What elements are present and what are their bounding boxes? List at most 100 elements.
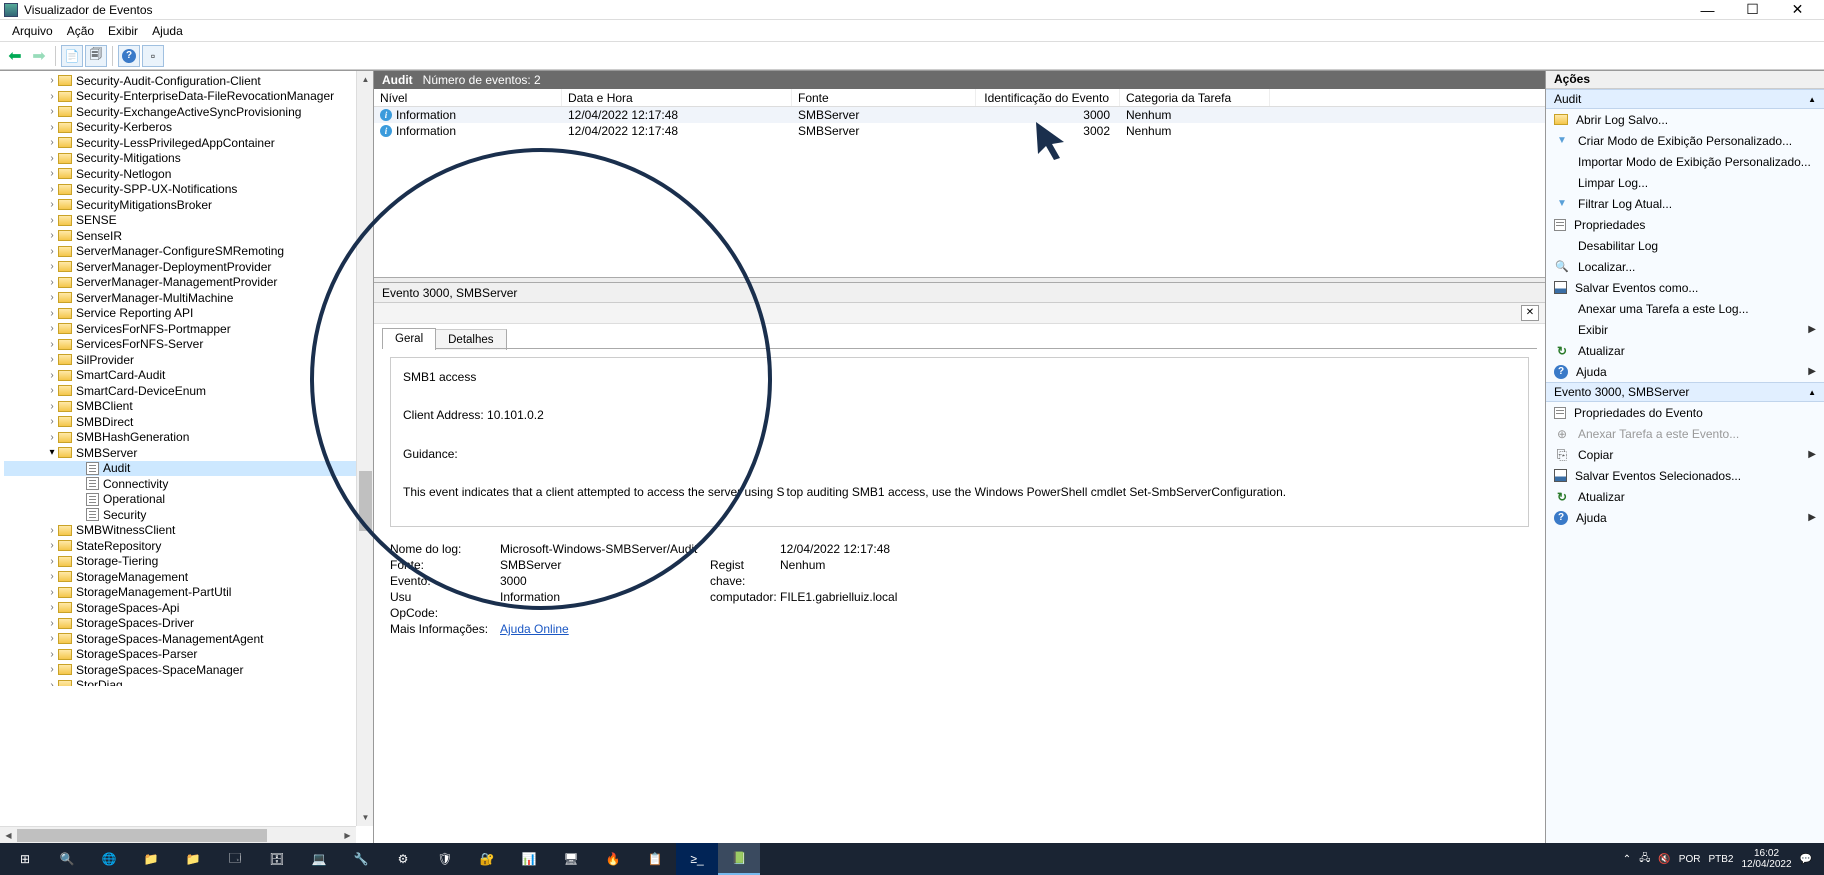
tree-item[interactable]: ›StorageManagement [4, 569, 373, 585]
taskbar-app-explorer[interactable]: 📁 [130, 843, 172, 875]
event-list[interactable]: iInformation12/04/2022 12:17:48SMBServer… [374, 107, 1545, 277]
tree-item[interactable]: ›Security-Kerberos [4, 120, 373, 136]
tree-item[interactable]: ›StorageSpaces-Api [4, 600, 373, 616]
tree-item[interactable]: ›ServerManager-ManagementProvider [4, 275, 373, 291]
action-event-properties[interactable]: Propriedades do Evento [1546, 402, 1824, 423]
action-save-events-as[interactable]: Salvar Eventos como... [1546, 277, 1824, 298]
tree-item[interactable]: ›Security-SPP-UX-Notifications [4, 182, 373, 198]
tray-clock[interactable]: 16:02 12/04/2022 [1741, 848, 1791, 870]
taskbar-app-11[interactable]: 🖥 [550, 843, 592, 875]
taskbar-app-7[interactable]: ⚙ [382, 843, 424, 875]
taskbar-app-10[interactable]: 📊 [508, 843, 550, 875]
tree-item[interactable]: ›Security-Mitigations [4, 151, 373, 167]
collapse-icon[interactable]: ▲ [1808, 388, 1816, 397]
taskbar-app-9[interactable]: 🔐 [466, 843, 508, 875]
tree-item[interactable]: ›SmartCard-Audit [4, 368, 373, 384]
taskbar-app-eventviewer[interactable]: 📗 [718, 843, 760, 875]
action-help-2[interactable]: ?Ajuda▶ [1546, 507, 1824, 528]
action-attach-task-log[interactable]: Anexar uma Tarefa a este Log... [1546, 298, 1824, 319]
taskbar-app-13[interactable]: 📋 [634, 843, 676, 875]
tree-item[interactable]: ›SMBDirect [4, 414, 373, 430]
taskbar-app-12[interactable]: 🔥 [592, 843, 634, 875]
tray-notifications-icon[interactable]: 💬 [1800, 854, 1812, 865]
tree-item[interactable]: ›SecurityMitigationsBroker [4, 197, 373, 213]
tree-item[interactable]: ›ServicesForNFS-Server [4, 337, 373, 353]
tree-item[interactable]: ›SmartCard-DeviceEnum [4, 383, 373, 399]
col-date[interactable]: Data e Hora [562, 89, 792, 106]
tree-item[interactable]: Operational [4, 492, 373, 508]
action-help[interactable]: ?Ajuda▶ [1546, 361, 1824, 382]
collapse-icon[interactable]: ▲ [1808, 95, 1816, 104]
help-online-link[interactable]: Ajuda Online [500, 622, 569, 636]
taskbar-app-powershell[interactable]: ≥_ [676, 843, 718, 875]
taskbar-app-6[interactable]: 🔧 [340, 843, 382, 875]
tree-item[interactable]: ›SENSE [4, 213, 373, 229]
detail-close-button[interactable]: ✕ [1521, 305, 1539, 321]
action-view-menu[interactable]: Exibir▶ [1546, 319, 1824, 340]
tray-chevron-icon[interactable]: ⌃ [1623, 854, 1631, 865]
tree-item[interactable]: ›Security-LessPrivilegedAppContainer [4, 135, 373, 151]
col-id[interactable]: Identificação do Evento [976, 89, 1120, 106]
action-refresh[interactable]: Atualizar [1546, 340, 1824, 361]
maximize-button[interactable]: ☐ [1730, 0, 1775, 20]
col-category[interactable]: Categoria da Tarefa [1120, 89, 1270, 106]
system-tray[interactable]: ⌃ 🖧 🔇 POR PTB2 16:02 12/04/2022 💬 [1623, 848, 1820, 870]
event-row[interactable]: iInformation12/04/2022 12:17:48SMBServer… [374, 123, 1545, 139]
toolbar-help[interactable]: ? [118, 45, 140, 67]
tree-item[interactable]: Audit [4, 461, 373, 477]
tree-item[interactable]: ›StorageManagement-PartUtil [4, 585, 373, 601]
tab-details[interactable]: Detalhes [435, 329, 506, 350]
action-refresh-2[interactable]: Atualizar [1546, 486, 1824, 507]
taskbar-app-3[interactable]: 🗔 [214, 843, 256, 875]
action-filter-log[interactable]: Filtrar Log Atual... [1546, 193, 1824, 214]
menu-file[interactable]: Arquivo [6, 22, 59, 40]
tree-item[interactable]: ›SilProvider [4, 352, 373, 368]
close-button[interactable]: ✕ [1775, 0, 1820, 20]
action-open-saved-log[interactable]: Abrir Log Salvo... [1546, 109, 1824, 130]
col-source[interactable]: Fonte [792, 89, 976, 106]
tray-lang[interactable]: POR [1679, 854, 1701, 865]
tree-item[interactable]: Connectivity [4, 476, 373, 492]
tree-item[interactable]: ▾SMBServer [4, 445, 373, 461]
tree-item[interactable]: ›SenseIR [4, 228, 373, 244]
tree-item[interactable]: ›Security-Netlogon [4, 166, 373, 182]
action-copy[interactable]: Copiar▶ [1546, 444, 1824, 465]
tree-item[interactable]: ›ServicesForNFS-Portmapper [4, 321, 373, 337]
taskbar-app-edge[interactable]: 🌐 [88, 843, 130, 875]
event-row[interactable]: iInformation12/04/2022 12:17:48SMBServer… [374, 107, 1545, 123]
tree-item[interactable]: ›StorageSpaces-Parser [4, 647, 373, 663]
tree-item[interactable]: ›StateRepository [4, 538, 373, 554]
action-import-custom-view[interactable]: Importar Modo de Exibição Personalizado.… [1546, 151, 1824, 172]
search-button[interactable]: 🔍 [46, 843, 88, 875]
tree-item[interactable]: ›ServerManager-DeploymentProvider [4, 259, 373, 275]
tray-sound-icon[interactable]: 🔇 [1658, 854, 1670, 865]
tree-item[interactable]: ›Security-EnterpriseData-FileRevocationM… [4, 89, 373, 105]
action-save-selected-events[interactable]: Salvar Eventos Selecionados... [1546, 465, 1824, 486]
tree-item[interactable]: ›Security-Audit-Configuration-Client [4, 73, 373, 89]
tray-kbd[interactable]: PTB2 [1708, 854, 1733, 865]
menu-help[interactable]: Ajuda [146, 22, 189, 40]
taskbar-app-4[interactable]: 🗄 [256, 843, 298, 875]
tree-item[interactable]: Security [4, 507, 373, 523]
tree-item[interactable]: ›ServerManager-MultiMachine [4, 290, 373, 306]
action-properties[interactable]: Propriedades [1546, 214, 1824, 235]
start-button[interactable]: ⊞ [4, 843, 46, 875]
toolbar-action-2[interactable]: 🗐 [85, 45, 107, 67]
menu-view[interactable]: Exibir [102, 22, 144, 40]
tree-item[interactable]: ›StorDiag [4, 678, 373, 687]
action-create-custom-view[interactable]: Criar Modo de Exibição Personalizado... [1546, 130, 1824, 151]
action-disable-log[interactable]: Desabilitar Log [1546, 235, 1824, 256]
tree-item[interactable]: ›SMBHashGeneration [4, 430, 373, 446]
col-level[interactable]: Nível [374, 89, 562, 106]
tree-item[interactable]: ›StorageSpaces-ManagementAgent [4, 631, 373, 647]
action-attach-task-event[interactable]: ⊕Anexar Tarefa a este Evento... [1546, 423, 1824, 444]
toolbar-action-1[interactable]: 📄 [61, 45, 83, 67]
back-button[interactable]: ⬅ [4, 45, 26, 67]
tree-scrollbar-vertical[interactable]: ▲ ▼ [356, 71, 373, 826]
tree-item[interactable]: ›StorageSpaces-Driver [4, 616, 373, 632]
action-clear-log[interactable]: Limpar Log... [1546, 172, 1824, 193]
taskbar-app-5[interactable]: 💻 [298, 843, 340, 875]
taskbar-app-2[interactable]: 📁 [172, 843, 214, 875]
tree-item[interactable]: ›SMBClient [4, 399, 373, 415]
tree-item[interactable]: ›ServerManager-ConfigureSMRemoting [4, 244, 373, 260]
